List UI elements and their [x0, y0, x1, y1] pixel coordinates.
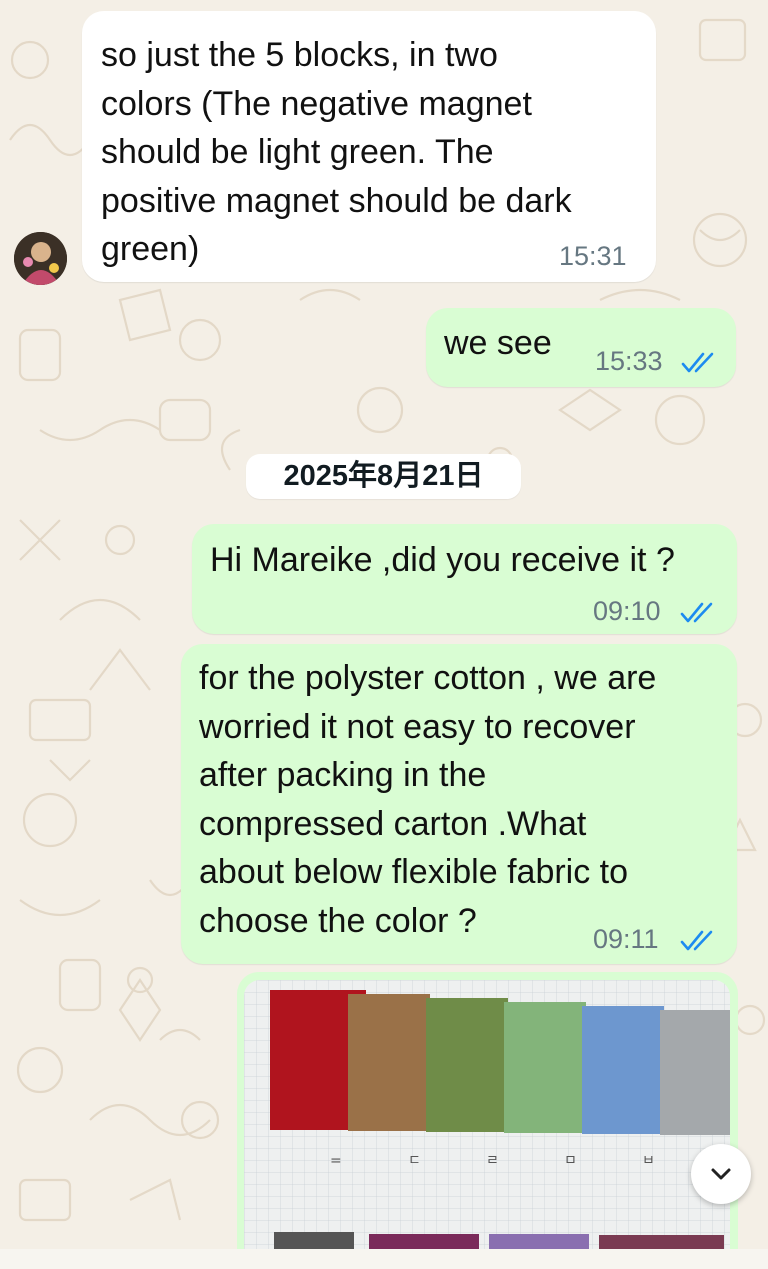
message-time: 15:31: [559, 241, 627, 271]
swatch-label: =: [330, 1153, 342, 1169]
swatch-label: ㅁ: [564, 1153, 577, 1169]
scroll-to-bottom-button[interactable]: [691, 1144, 751, 1204]
double-check-icon: [680, 930, 713, 951]
fabric-swatch: [348, 994, 430, 1131]
double-check-icon: [681, 352, 714, 373]
bottom-edge: [0, 1249, 768, 1269]
swatch-label: ㄷ: [408, 1153, 421, 1169]
date-separator: 2025年8月21日: [246, 454, 521, 499]
message-text: so just the 5 blocks, in two colors (The…: [101, 36, 572, 268]
outgoing-message-bubble[interactable]: we see 15:33: [426, 308, 736, 387]
avatar-image: [14, 232, 67, 285]
message-time: 09:11: [593, 924, 659, 954]
swatch-label: ㄹ: [486, 1153, 499, 1169]
message-text: Hi Mareike ,did you receive it ?: [210, 541, 675, 579]
message-time: 09:10: [593, 596, 661, 626]
message-text: for the polyster cotton , we are worried…: [199, 659, 657, 940]
fabric-swatch: [660, 1010, 730, 1135]
outgoing-message-bubble[interactable]: for the polyster cotton , we are worried…: [181, 644, 737, 964]
fabric-swatch-photo[interactable]: =ㄷㄹㅁㅂㅅ: [244, 980, 730, 1249]
swatch-image: =ㄷㄹㅁㅂㅅ: [244, 980, 730, 1249]
swatch-label: ㅂ: [642, 1153, 655, 1169]
outgoing-message-bubble[interactable]: Hi Mareike ,did you receive it ? 09:10: [192, 524, 737, 634]
fabric-swatch: [582, 1006, 664, 1134]
message-text: we see: [444, 324, 552, 362]
incoming-message-bubble[interactable]: so just the 5 blocks, in two colors (The…: [82, 11, 656, 282]
fabric-swatch: [504, 1002, 586, 1133]
fabric-swatch: [426, 998, 508, 1132]
chevron-down-icon: [711, 1168, 731, 1180]
double-check-icon: [680, 602, 713, 623]
contact-avatar[interactable]: [14, 232, 67, 285]
message-time: 15:33: [595, 346, 663, 376]
